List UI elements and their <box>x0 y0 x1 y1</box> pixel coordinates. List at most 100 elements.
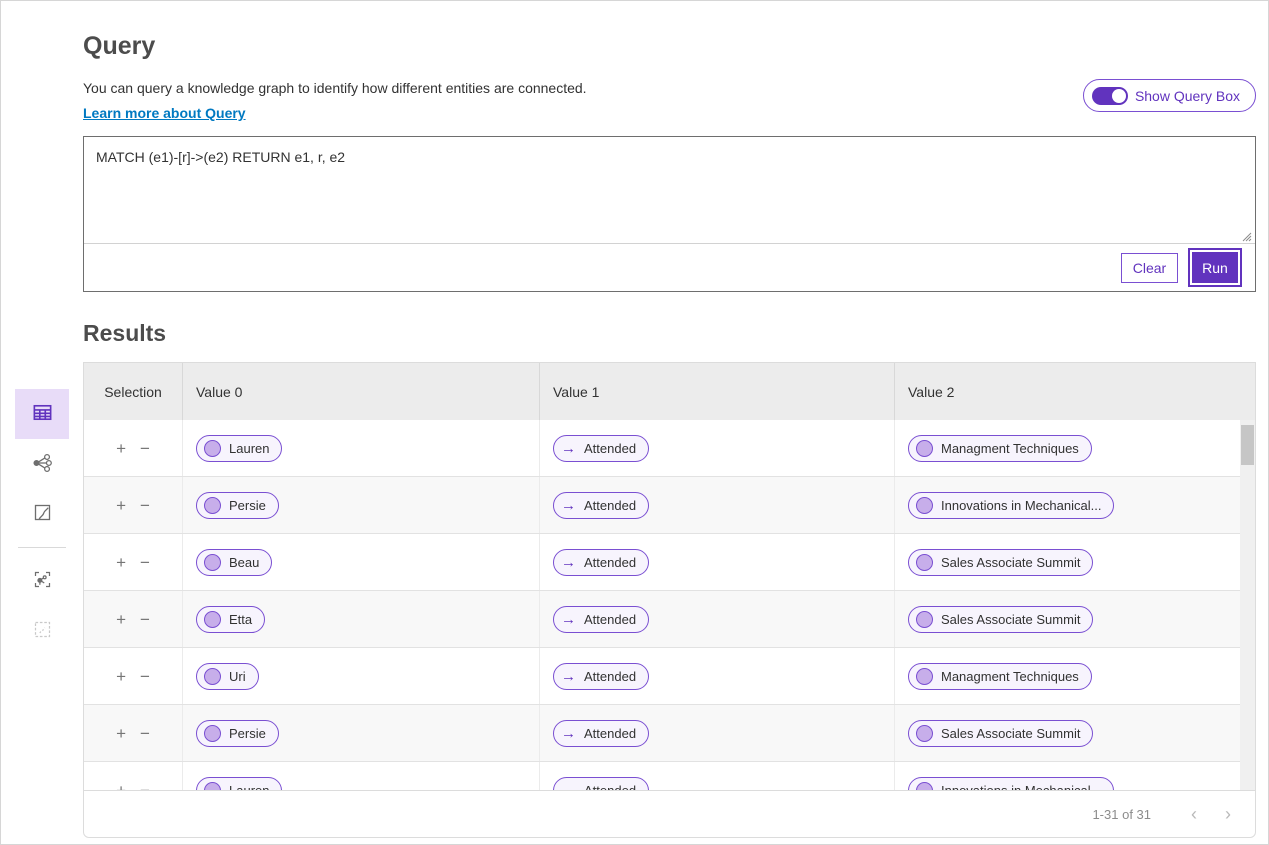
pagination-bar: 1-31 of 31 ‹ › <box>84 790 1255 837</box>
entity-node-icon <box>916 497 933 514</box>
link-chart-view-button[interactable] <box>15 439 69 489</box>
map-view-icon <box>32 502 53 526</box>
add-to-selection-button[interactable]: + <box>114 780 128 791</box>
entity-pill[interactable]: Innovations in Mechanical... <box>908 492 1114 519</box>
selection-cell: + − <box>84 591 182 647</box>
entity-node-icon <box>916 440 933 457</box>
selection-cell: + − <box>84 762 182 790</box>
value1-cell: → Attended <box>539 591 894 647</box>
selection-cell: + − <box>84 477 182 533</box>
entity-pill[interactable]: Innovations in Mechanical... <box>908 777 1114 791</box>
entity-pill[interactable]: Sales Associate Summit <box>908 606 1093 633</box>
entity-label: Sales Associate Summit <box>941 612 1080 627</box>
value1-cell: → Attended <box>539 420 894 476</box>
relationship-pill[interactable]: → Attended <box>553 606 649 633</box>
relationship-label: Attended <box>584 498 636 513</box>
toggle-switch-icon[interactable] <box>1092 87 1128 105</box>
entity-node-icon <box>204 611 221 628</box>
entity-pill[interactable]: Beau <box>196 549 272 576</box>
entity-pill[interactable]: Sales Associate Summit <box>908 549 1093 576</box>
entity-pill[interactable]: Persie <box>196 492 279 519</box>
run-button[interactable]: Run <box>1192 252 1238 283</box>
relationship-pill[interactable]: → Attended <box>553 549 649 576</box>
relationship-label: Attended <box>584 441 636 456</box>
remove-from-selection-button[interactable]: − <box>138 780 152 791</box>
entity-pill[interactable]: Managment Techniques <box>908 435 1092 462</box>
entity-label: Innovations in Mechanical... <box>941 783 1101 791</box>
add-to-selection-button[interactable]: + <box>114 666 128 687</box>
add-to-selection-button[interactable]: + <box>114 609 128 630</box>
add-to-selection-button[interactable]: + <box>114 438 128 459</box>
value2-cell: Sales Associate Summit <box>894 705 1242 761</box>
add-to-selection-button[interactable]: + <box>114 723 128 744</box>
value2-cell: Managment Techniques <box>894 420 1242 476</box>
entity-pill[interactable]: Persie <box>196 720 279 747</box>
selection-cell: + − <box>84 705 182 761</box>
page-description: You can query a knowledge graph to ident… <box>83 80 1256 96</box>
value2-cell: Sales Associate Summit <box>894 591 1242 647</box>
value0-cell: Persie <box>182 477 539 533</box>
previous-page-button[interactable]: ‹ <box>1181 801 1207 827</box>
page-title: Query <box>83 32 1256 61</box>
learn-more-link[interactable]: Learn more about Query <box>83 105 246 121</box>
arrow-right-icon: → <box>561 669 576 684</box>
relationship-pill[interactable]: → Attended <box>553 720 649 747</box>
column-header-value2: Value 2 <box>894 363 1242 420</box>
table-row: + − Lauren → Attended Managment Techniqu… <box>84 420 1255 477</box>
entity-pill[interactable]: Sales Associate Summit <box>908 720 1093 747</box>
value1-cell: → Attended <box>539 648 894 704</box>
add-to-selection-button[interactable]: + <box>114 495 128 516</box>
entity-pill[interactable]: Uri <box>196 663 259 690</box>
value0-cell: Persie <box>182 705 539 761</box>
value0-cell: Beau <box>182 534 539 590</box>
entity-node-icon <box>204 668 221 685</box>
rail-divider <box>18 547 66 548</box>
entity-pill[interactable]: Lauren <box>196 777 282 791</box>
value2-cell: Managment Techniques <box>894 648 1242 704</box>
value1-cell: → Attended <box>539 477 894 533</box>
query-box-footer: Clear Run <box>84 243 1255 291</box>
relationship-label: Attended <box>584 555 636 570</box>
arrow-right-icon: → <box>561 783 576 791</box>
arrow-right-icon: → <box>561 441 576 456</box>
next-page-button[interactable]: › <box>1215 801 1241 827</box>
show-query-box-toggle[interactable]: Show Query Box <box>1083 79 1256 112</box>
link-chart-view-icon <box>31 452 53 477</box>
table-view-button[interactable] <box>15 389 69 439</box>
entity-pill[interactable]: Managment Techniques <box>908 663 1092 690</box>
remove-from-selection-button[interactable]: − <box>138 609 152 630</box>
table-row: + − Persie → Attended Innovations in Mec… <box>84 477 1255 534</box>
entity-pill[interactable]: Etta <box>196 606 265 633</box>
relationship-pill[interactable]: → Attended <box>553 663 649 690</box>
entity-pill[interactable]: Lauren <box>196 435 282 462</box>
clear-button[interactable]: Clear <box>1121 253 1178 283</box>
value2-cell: Sales Associate Summit <box>894 534 1242 590</box>
value1-cell: → Attended <box>539 762 894 790</box>
arrow-right-icon: → <box>561 726 576 741</box>
relationship-pill[interactable]: → Attended <box>553 492 649 519</box>
query-input[interactable]: MATCH (e1)-[r]->(e2) RETURN e1, r, e2 <box>84 137 1255 243</box>
table-row: + − Etta → Attended Sales Associate Summ… <box>84 591 1255 648</box>
selection-to-link-chart-button[interactable] <box>15 556 69 606</box>
entity-node-icon <box>204 725 221 742</box>
table-scrollbar[interactable] <box>1240 420 1255 790</box>
relationship-pill[interactable]: → Attended <box>553 435 649 462</box>
entity-label: Lauren <box>229 441 269 456</box>
remove-from-selection-button[interactable]: − <box>138 723 152 744</box>
entity-label: Managment Techniques <box>941 669 1079 684</box>
remove-from-selection-button[interactable]: − <box>138 495 152 516</box>
resize-handle-icon[interactable] <box>1240 229 1252 241</box>
add-to-selection-button[interactable]: + <box>114 552 128 573</box>
value2-cell: Innovations in Mechanical... <box>894 477 1242 533</box>
map-view-button[interactable] <box>15 489 69 539</box>
remove-from-selection-button[interactable]: − <box>138 666 152 687</box>
remove-from-selection-button[interactable]: − <box>138 438 152 459</box>
column-header-value1: Value 1 <box>539 363 894 420</box>
column-header-selection: Selection <box>84 363 182 420</box>
remove-from-selection-button[interactable]: − <box>138 552 152 573</box>
relationship-pill[interactable]: → Attended <box>553 777 649 791</box>
scrollbar-thumb[interactable] <box>1241 425 1254 465</box>
table-row: + − Lauren → Attended Innovations in Mec… <box>84 762 1255 790</box>
table-header-row: Selection Value 0 Value 1 Value 2 <box>84 363 1255 420</box>
table-row: + − Beau → Attended Sales Associate Summ… <box>84 534 1255 591</box>
